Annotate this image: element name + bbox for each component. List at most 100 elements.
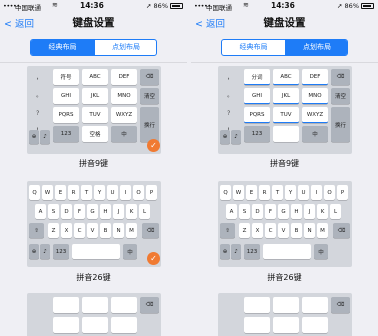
key-m: M bbox=[126, 223, 137, 238]
key-g: G bbox=[278, 204, 289, 219]
location-icon: ➚ bbox=[337, 2, 343, 10]
globe-icon: ⊕ bbox=[222, 248, 228, 255]
mic-key: ♪ bbox=[231, 244, 241, 259]
key-v: V bbox=[87, 223, 98, 238]
key-s: S bbox=[239, 204, 250, 219]
key-p: P bbox=[146, 185, 157, 200]
key-fenci: 分词 bbox=[244, 69, 270, 85]
wifi-icon: ≋ bbox=[243, 1, 249, 9]
status-time: 14:36 bbox=[271, 1, 295, 10]
mic-key: ♪ bbox=[40, 130, 50, 144]
battery-percent: 86% bbox=[344, 2, 359, 10]
mic-icon: ♪ bbox=[234, 248, 238, 255]
key-y: Y bbox=[285, 185, 296, 200]
key-w: W bbox=[42, 185, 53, 200]
backspace-key: ⌫ bbox=[140, 297, 159, 313]
key-x: X bbox=[61, 223, 72, 238]
status-bar: ••••• 中国联通 ≋ 14:36 ➚ 86% bbox=[0, 0, 187, 12]
key-i: I bbox=[120, 185, 131, 200]
tab-classic[interactable]: 经典布局 bbox=[31, 40, 94, 55]
key-x: X bbox=[252, 223, 263, 238]
backspace-key: ⌫ bbox=[331, 297, 350, 313]
key-u: U bbox=[298, 185, 309, 200]
key-s: S bbox=[48, 204, 59, 219]
backspace-key: ⌫ bbox=[142, 223, 159, 238]
globe-key: ⊕ bbox=[29, 130, 39, 144]
globe-icon: ⊕ bbox=[222, 134, 228, 140]
battery-percent: 86% bbox=[153, 2, 168, 10]
battery-icon bbox=[361, 3, 374, 9]
keyboard-partial-preview[interactable]: ⌫ bbox=[27, 293, 161, 336]
layout-segmented-control: 经典布局 点划布局 bbox=[30, 39, 157, 56]
key-o: O bbox=[324, 185, 335, 200]
key-z: Z bbox=[48, 223, 59, 238]
nav-bar: < 返回 键盘设置 bbox=[191, 11, 378, 35]
shift-icon: ⇧ bbox=[34, 227, 39, 234]
key-b: B bbox=[291, 223, 302, 238]
page-title: 键盘设置 bbox=[72, 17, 115, 29]
key-blank bbox=[302, 317, 328, 333]
backspace-icon: ⌫ bbox=[145, 302, 154, 308]
key-abc: ABC bbox=[82, 69, 108, 85]
key-h: H bbox=[100, 204, 111, 219]
backspace-icon: ⌫ bbox=[146, 227, 155, 234]
key-tuv: TUV bbox=[273, 107, 299, 123]
key-e: E bbox=[246, 185, 257, 200]
key-u: U bbox=[107, 185, 118, 200]
battery-icon bbox=[170, 3, 183, 9]
key-blank bbox=[53, 297, 79, 313]
key-clear: 清空 bbox=[140, 88, 159, 104]
key-l: L bbox=[330, 204, 341, 219]
key-q: Q bbox=[220, 185, 231, 200]
page-title: 键盘设置 bbox=[263, 17, 306, 29]
mic-key: ♪ bbox=[40, 244, 50, 259]
location-icon: ➚ bbox=[146, 2, 152, 10]
keyboard-pinyin26-preview[interactable]: Q W E R T Y U I O P A S D F G H J K L ⇧ … bbox=[218, 181, 352, 267]
key-tuv: TUV bbox=[82, 107, 108, 123]
layout-label-pinyin26: 拼音26键 bbox=[267, 273, 302, 282]
tab-dot-stroke[interactable]: 点划布局 bbox=[285, 40, 347, 55]
key-c: C bbox=[74, 223, 85, 238]
key-cn: 中 bbox=[111, 126, 137, 142]
layout-label-pinyin26: 拼音26键 bbox=[76, 273, 111, 282]
keyboard-partial-preview[interactable]: ⌫ bbox=[218, 293, 352, 336]
key-t: T bbox=[272, 185, 283, 200]
key-cn: 中 bbox=[314, 244, 328, 259]
key-abc: ABC bbox=[273, 69, 299, 85]
backspace-key: ⌫ bbox=[333, 223, 350, 238]
divider bbox=[191, 62, 378, 63]
tab-classic[interactable]: 经典布局 bbox=[222, 40, 285, 55]
keyboard-pinyin26-preview[interactable]: Q W E R T Y U I O P A S D F G H J K L ⇧ … bbox=[27, 181, 161, 267]
key-def: DEF bbox=[302, 69, 328, 85]
key-k: K bbox=[126, 204, 137, 219]
shift-key: ⇧ bbox=[220, 223, 235, 238]
backspace-icon: ⌫ bbox=[145, 74, 154, 80]
key-g: G bbox=[87, 204, 98, 219]
keyboard-pinyin9-preview[interactable]: ， 。 ？ ！ 分词 ABC DEF ⌫ GHI JKL MNO 清空 PQRS… bbox=[218, 66, 352, 154]
mic-icon: ♪ bbox=[234, 134, 238, 140]
left-col-key: ， bbox=[36, 75, 42, 81]
key-q: Q bbox=[29, 185, 40, 200]
keyboard-pinyin9-preview[interactable]: ， 。 ？ ！ 符号 ABC DEF ⌫ GHI JKL MNO 清空 PQRS… bbox=[27, 66, 161, 154]
mic-icon: ♪ bbox=[43, 248, 47, 255]
key-r: R bbox=[68, 185, 79, 200]
key-blank bbox=[53, 317, 79, 333]
key-mno: MNO bbox=[302, 88, 328, 104]
key-123: 123 bbox=[244, 244, 260, 259]
check-icon: ✓ bbox=[147, 252, 160, 265]
left-col-key: ， bbox=[227, 75, 233, 81]
backspace-icon: ⌫ bbox=[336, 302, 345, 308]
key-h: H bbox=[291, 204, 302, 219]
key-space bbox=[72, 244, 120, 259]
key-jkl: JKL bbox=[82, 88, 108, 104]
key-w: W bbox=[233, 185, 244, 200]
key-123: 123 bbox=[53, 244, 69, 259]
tab-dot-stroke[interactable]: 点划布局 bbox=[94, 40, 156, 55]
left-col-key: ？ bbox=[227, 111, 233, 117]
globe-key: ⊕ bbox=[220, 130, 230, 144]
key-pqrs: PQRS bbox=[53, 107, 79, 123]
key-b: B bbox=[100, 223, 111, 238]
key-z: Z bbox=[239, 223, 250, 238]
key-j: J bbox=[113, 204, 124, 219]
layout-label-pinyin9: 拼音9键 bbox=[78, 159, 109, 168]
